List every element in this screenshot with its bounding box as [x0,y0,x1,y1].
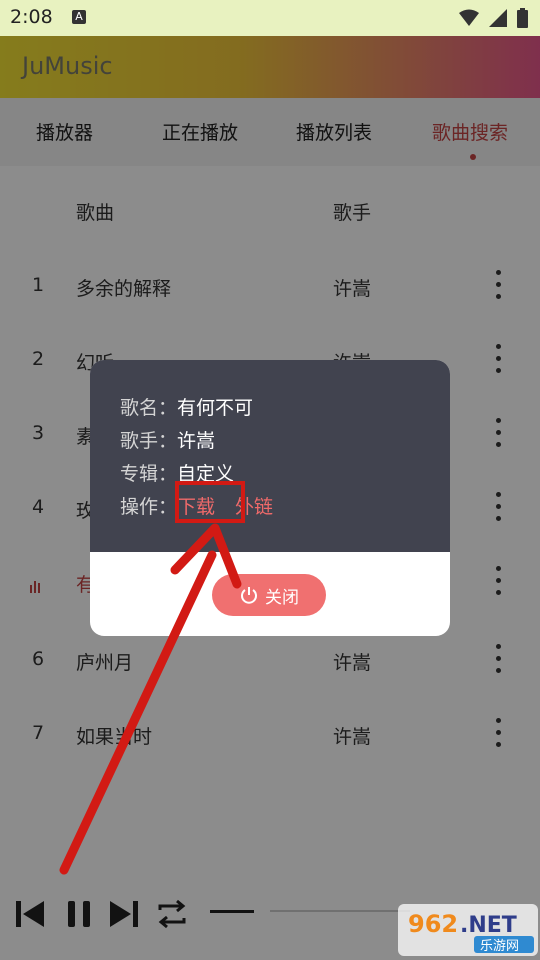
battery-icon [517,8,528,28]
signal-icon [489,9,507,27]
svg-text:962: 962 [408,910,458,938]
status-bar: 2:08 A [0,0,540,36]
artist-value: 许嵩 [177,430,216,452]
svg-text:乐游网: 乐游网 [480,939,519,954]
close-button-label: 关闭 [265,587,299,608]
wifi-icon [459,9,479,26]
notification-icon: A [72,10,86,24]
watermark-logo: 962 .NET 乐游网 [398,904,538,956]
status-time: 2:08 [10,6,53,28]
album-label: 专辑： [120,463,178,485]
song-name-label: 歌名： [120,397,178,419]
download-highlight-box [175,481,245,523]
svg-text:.NET: .NET [460,913,517,938]
system-icons [459,8,528,28]
song-name-value: 有何不可 [177,397,254,419]
dialog-info-panel: 歌名：有何不可 歌手：许嵩 专辑：自定义 操作：下载 外链 [90,360,450,552]
song-info-dialog: 歌名：有何不可 歌手：许嵩 专辑：自定义 操作：下载 外链 关闭 [90,360,450,636]
artist-label: 歌手： [120,430,178,452]
song-name-line: 歌名：有何不可 [120,393,253,420]
action-label: 操作： [120,496,178,518]
close-button[interactable]: 关闭 [212,574,326,616]
power-icon [241,587,257,604]
artist-line: 歌手：许嵩 [120,426,215,453]
